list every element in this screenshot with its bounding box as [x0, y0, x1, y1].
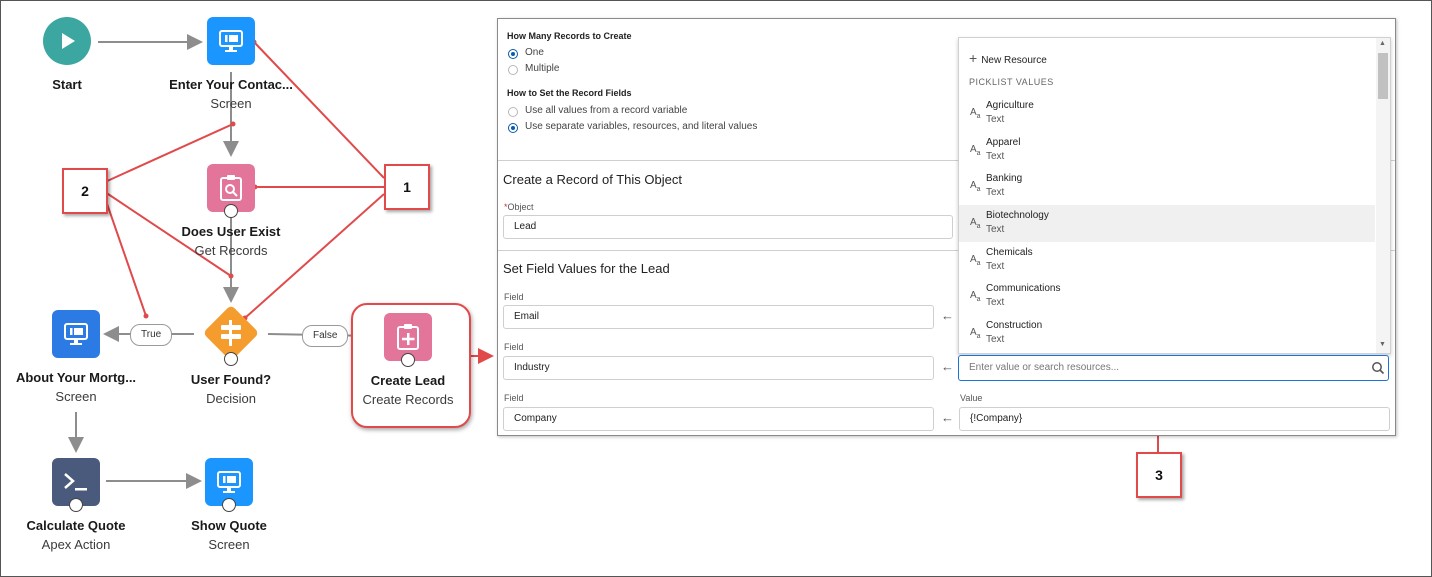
text-type-icon: Aa: [970, 107, 981, 120]
value-input-company[interactable]: {!Company}: [959, 407, 1390, 431]
object-label: *Object: [504, 202, 534, 212]
callout-1: 1: [384, 164, 430, 210]
field-input-company[interactable]: Company: [503, 407, 934, 431]
picklist-option-apparel[interactable]: Aa Apparel Text: [959, 132, 1375, 169]
text-type-icon: Aa: [970, 327, 981, 340]
how-set-label: How to Set the Record Fields: [507, 88, 632, 98]
true-branch-label[interactable]: True: [130, 324, 172, 346]
user-found-title: User Found?: [191, 372, 271, 387]
about-mortgage-node[interactable]: [52, 310, 100, 358]
picklist-option-biotechnology[interactable]: Aa Biotechnology Text: [959, 205, 1375, 242]
new-resource-option[interactable]: +New Resource: [969, 50, 1047, 66]
about-mortgage-title: About Your Mortg...: [16, 370, 136, 385]
field-label: Field: [504, 292, 524, 302]
play-icon: [56, 30, 78, 52]
does-user-exist-title: Does User Exist: [182, 224, 281, 239]
left-arrow-icon: ←: [941, 410, 954, 425]
connector-does-user-exist[interactable]: [224, 204, 238, 218]
create-lead-subtitle: Create Records: [362, 392, 453, 407]
enter-contact-subtitle: Screen: [210, 96, 251, 111]
object-field[interactable]: Lead: [503, 215, 953, 239]
enter-contact-title: Enter Your Contac...: [169, 77, 293, 92]
start-title: Start: [52, 77, 82, 92]
picklist-option-agriculture[interactable]: Aa Agriculture Text: [959, 95, 1375, 132]
picklist-option-banking[interactable]: Aa Banking Text: [959, 168, 1375, 205]
field-input-email[interactable]: Email: [503, 305, 934, 329]
screen-icon: [63, 322, 89, 346]
connector-calculate-quote[interactable]: [69, 498, 83, 512]
radio-record-variable-label: Use all values from a record variable: [525, 105, 687, 116]
how-many-label: How Many Records to Create: [507, 31, 632, 41]
show-quote-title: Show Quote: [191, 518, 267, 533]
radio-multiple[interactable]: [508, 65, 518, 75]
create-lead-title: Create Lead: [371, 373, 445, 388]
left-arrow-icon: ←: [941, 359, 954, 374]
radio-separate-variables-label: Use separate variables, resources, and l…: [525, 121, 757, 132]
field-label: Field: [504, 342, 524, 352]
start-node[interactable]: [43, 17, 91, 65]
dropdown-scrollbar[interactable]: ▲ ▼: [1376, 38, 1390, 353]
create-record-title: Create a Record of This Object: [503, 172, 682, 187]
create-records-icon: [395, 323, 421, 351]
apex-icon: [61, 470, 91, 494]
picklist-option-chemicals[interactable]: Aa Chemicals Text: [959, 242, 1375, 279]
picklist-option-construction[interactable]: Aa Construction Text: [959, 315, 1375, 352]
radio-one[interactable]: [508, 49, 518, 59]
radio-separate-variables[interactable]: [508, 123, 518, 133]
picklist-values-header: PICKLIST VALUES: [969, 77, 1054, 87]
show-quote-subtitle: Screen: [208, 537, 249, 552]
calculate-quote-title: Calculate Quote: [27, 518, 126, 533]
enter-contact-node[interactable]: [207, 17, 255, 65]
plus-icon: +: [969, 50, 977, 66]
false-branch-label[interactable]: False: [302, 325, 348, 347]
scroll-up-icon[interactable]: ▲: [1379, 40, 1386, 47]
text-type-icon: Aa: [970, 254, 981, 267]
value-label: Value: [960, 393, 982, 403]
does-user-exist-subtitle: Get Records: [195, 243, 268, 258]
picklist-option-communications[interactable]: Aa Communications Text: [959, 278, 1375, 315]
get-records-icon: [218, 174, 244, 202]
resource-search-input[interactable]: Enter value or search resources...: [958, 355, 1389, 381]
connector-show-quote[interactable]: [222, 498, 236, 512]
radio-multiple-label: Multiple: [525, 63, 559, 74]
field-label: Field: [504, 393, 524, 403]
callout-2: 2: [62, 168, 108, 214]
connector-user-found[interactable]: [224, 352, 238, 366]
radio-one-label: One: [525, 47, 544, 58]
about-mortgage-subtitle: Screen: [55, 389, 96, 404]
left-arrow-icon: ←: [941, 308, 954, 323]
resource-picker-dropdown: +New Resource PICKLIST VALUES Aa Agricul…: [958, 37, 1391, 354]
screen-icon: [218, 29, 244, 53]
user-found-subtitle: Decision: [206, 391, 256, 406]
connector-create-lead[interactable]: [401, 353, 415, 367]
scrollbar-thumb[interactable]: [1378, 53, 1388, 99]
search-icon[interactable]: [1371, 361, 1385, 375]
field-input-industry[interactable]: Industry: [503, 356, 934, 380]
scroll-down-icon[interactable]: ▼: [1379, 341, 1386, 348]
calculate-quote-subtitle: Apex Action: [42, 537, 111, 552]
radio-record-variable[interactable]: [508, 107, 518, 117]
screen-icon: [216, 470, 242, 494]
text-type-icon: Aa: [970, 144, 981, 157]
set-values-title: Set Field Values for the Lead: [503, 261, 670, 276]
callout-3: 3: [1136, 452, 1182, 498]
text-type-icon: Aa: [970, 290, 981, 303]
text-type-icon: Aa: [970, 217, 981, 230]
text-type-icon: Aa: [970, 180, 981, 193]
